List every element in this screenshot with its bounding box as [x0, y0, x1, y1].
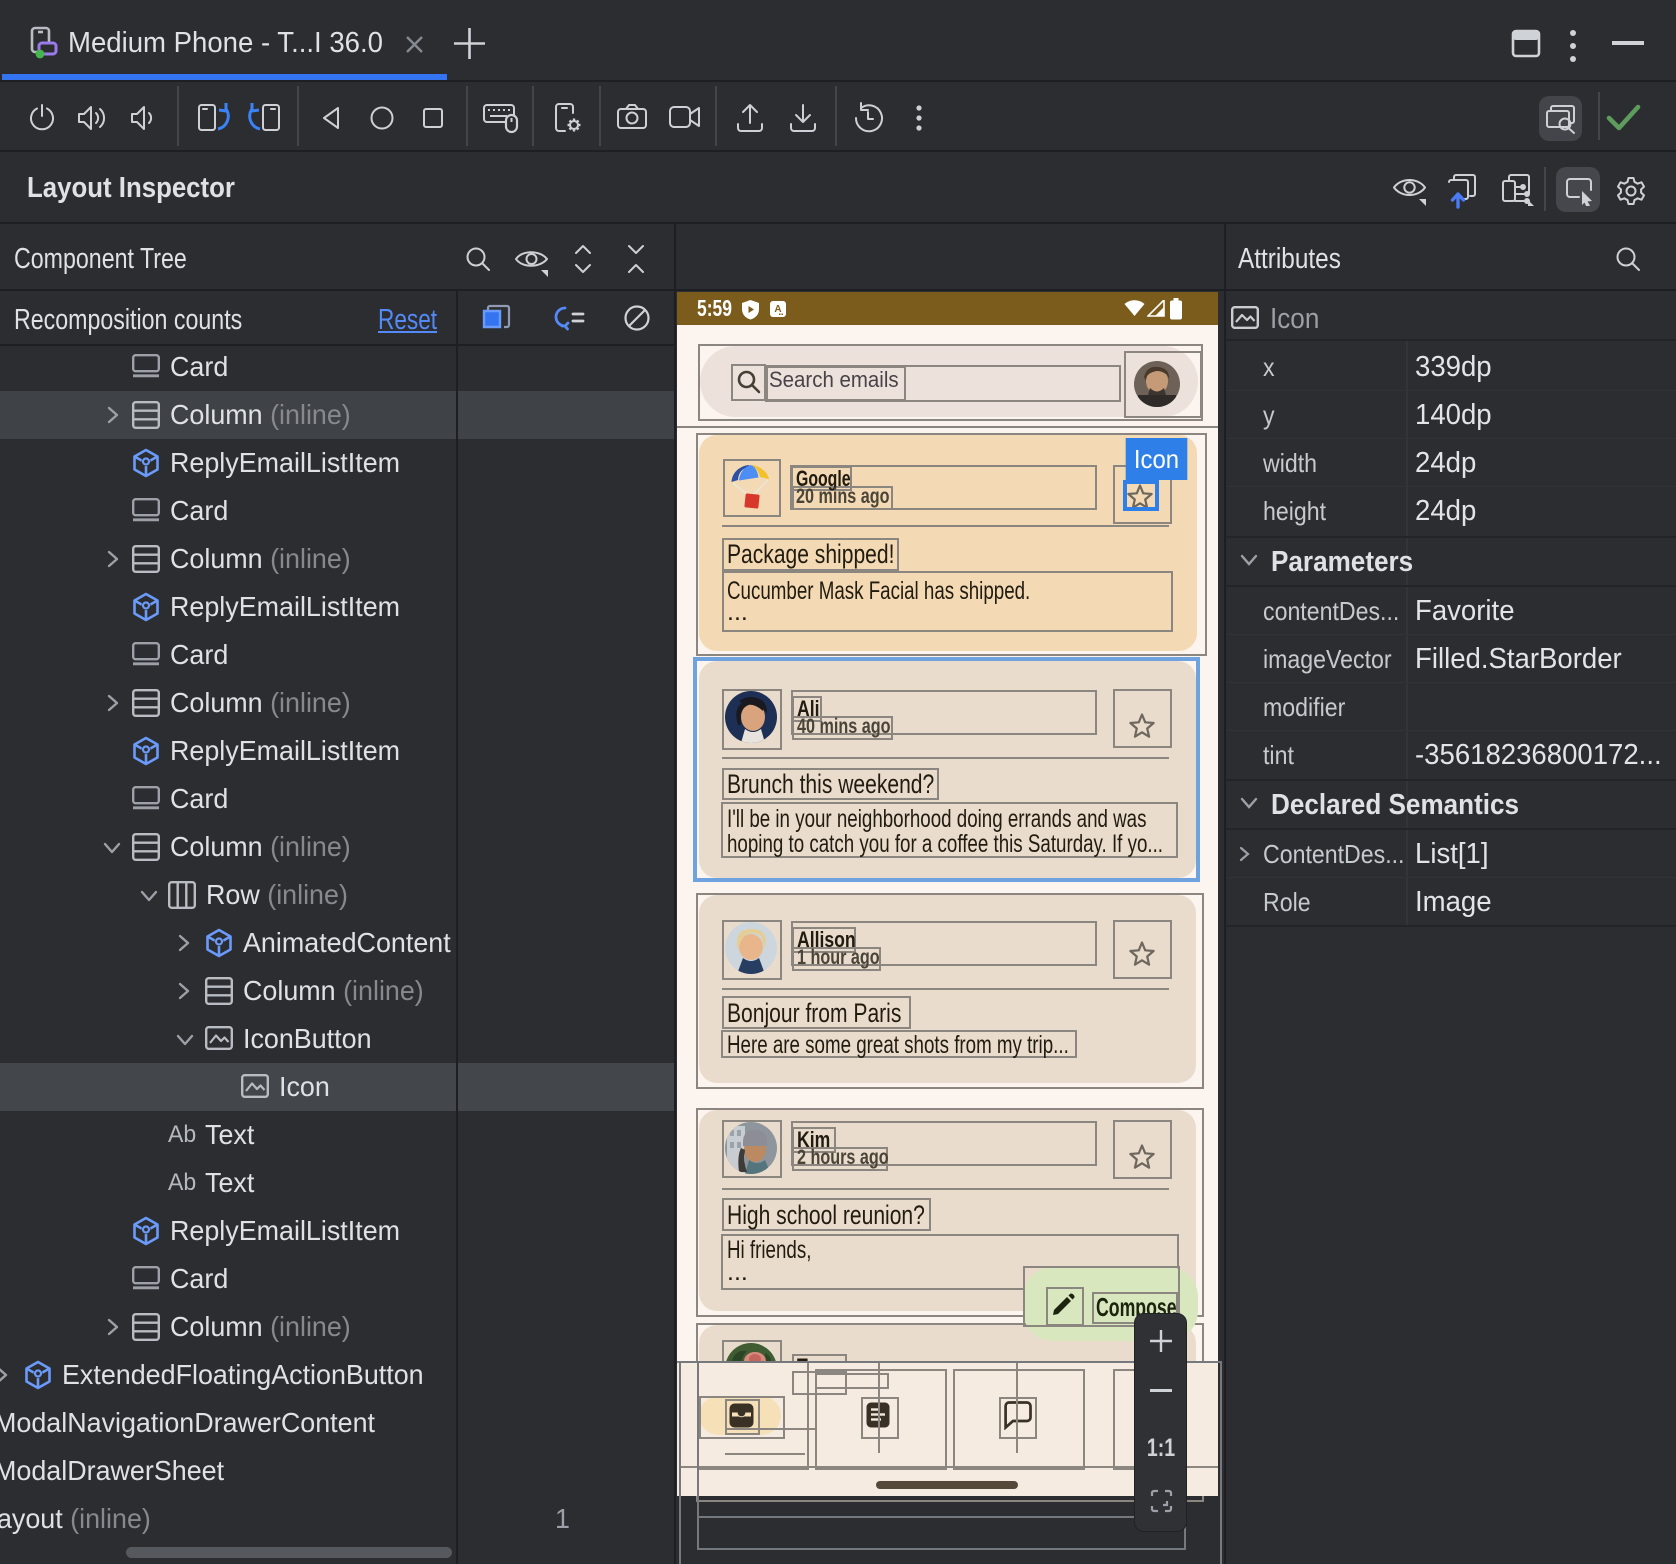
svg-text:A: A [774, 304, 781, 315]
